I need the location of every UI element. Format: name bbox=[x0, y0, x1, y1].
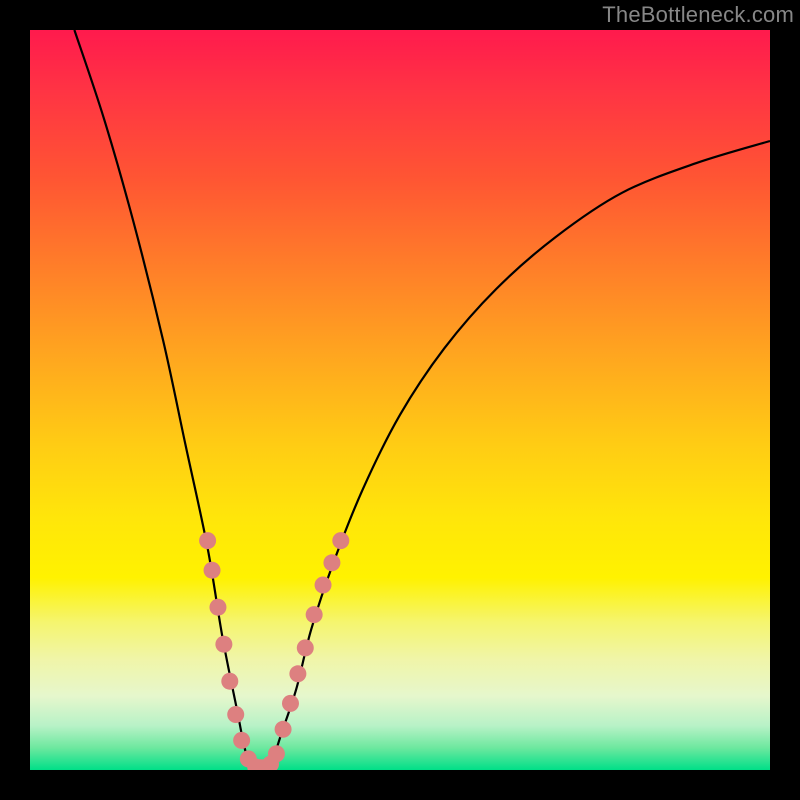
bead-marker bbox=[204, 562, 221, 579]
bead-marker bbox=[275, 721, 292, 738]
bead-marker bbox=[297, 639, 314, 656]
bead-marker bbox=[323, 554, 340, 571]
bead-marker bbox=[306, 606, 323, 623]
bead-marker bbox=[221, 673, 238, 690]
bead-marker bbox=[289, 665, 306, 682]
beads-group bbox=[199, 532, 349, 770]
bead-marker bbox=[199, 532, 216, 549]
bead-marker bbox=[315, 577, 332, 594]
curve-svg bbox=[30, 30, 770, 770]
chart-container: TheBottleneck.com bbox=[0, 0, 800, 800]
bead-marker bbox=[282, 695, 299, 712]
bead-marker bbox=[332, 532, 349, 549]
bead-marker bbox=[268, 745, 285, 762]
bead-marker bbox=[233, 732, 250, 749]
bead-marker bbox=[209, 599, 226, 616]
bead-marker bbox=[215, 636, 232, 653]
bottleneck-curve bbox=[74, 30, 770, 770]
bead-marker bbox=[227, 706, 244, 723]
watermark-text: TheBottleneck.com bbox=[602, 2, 794, 28]
